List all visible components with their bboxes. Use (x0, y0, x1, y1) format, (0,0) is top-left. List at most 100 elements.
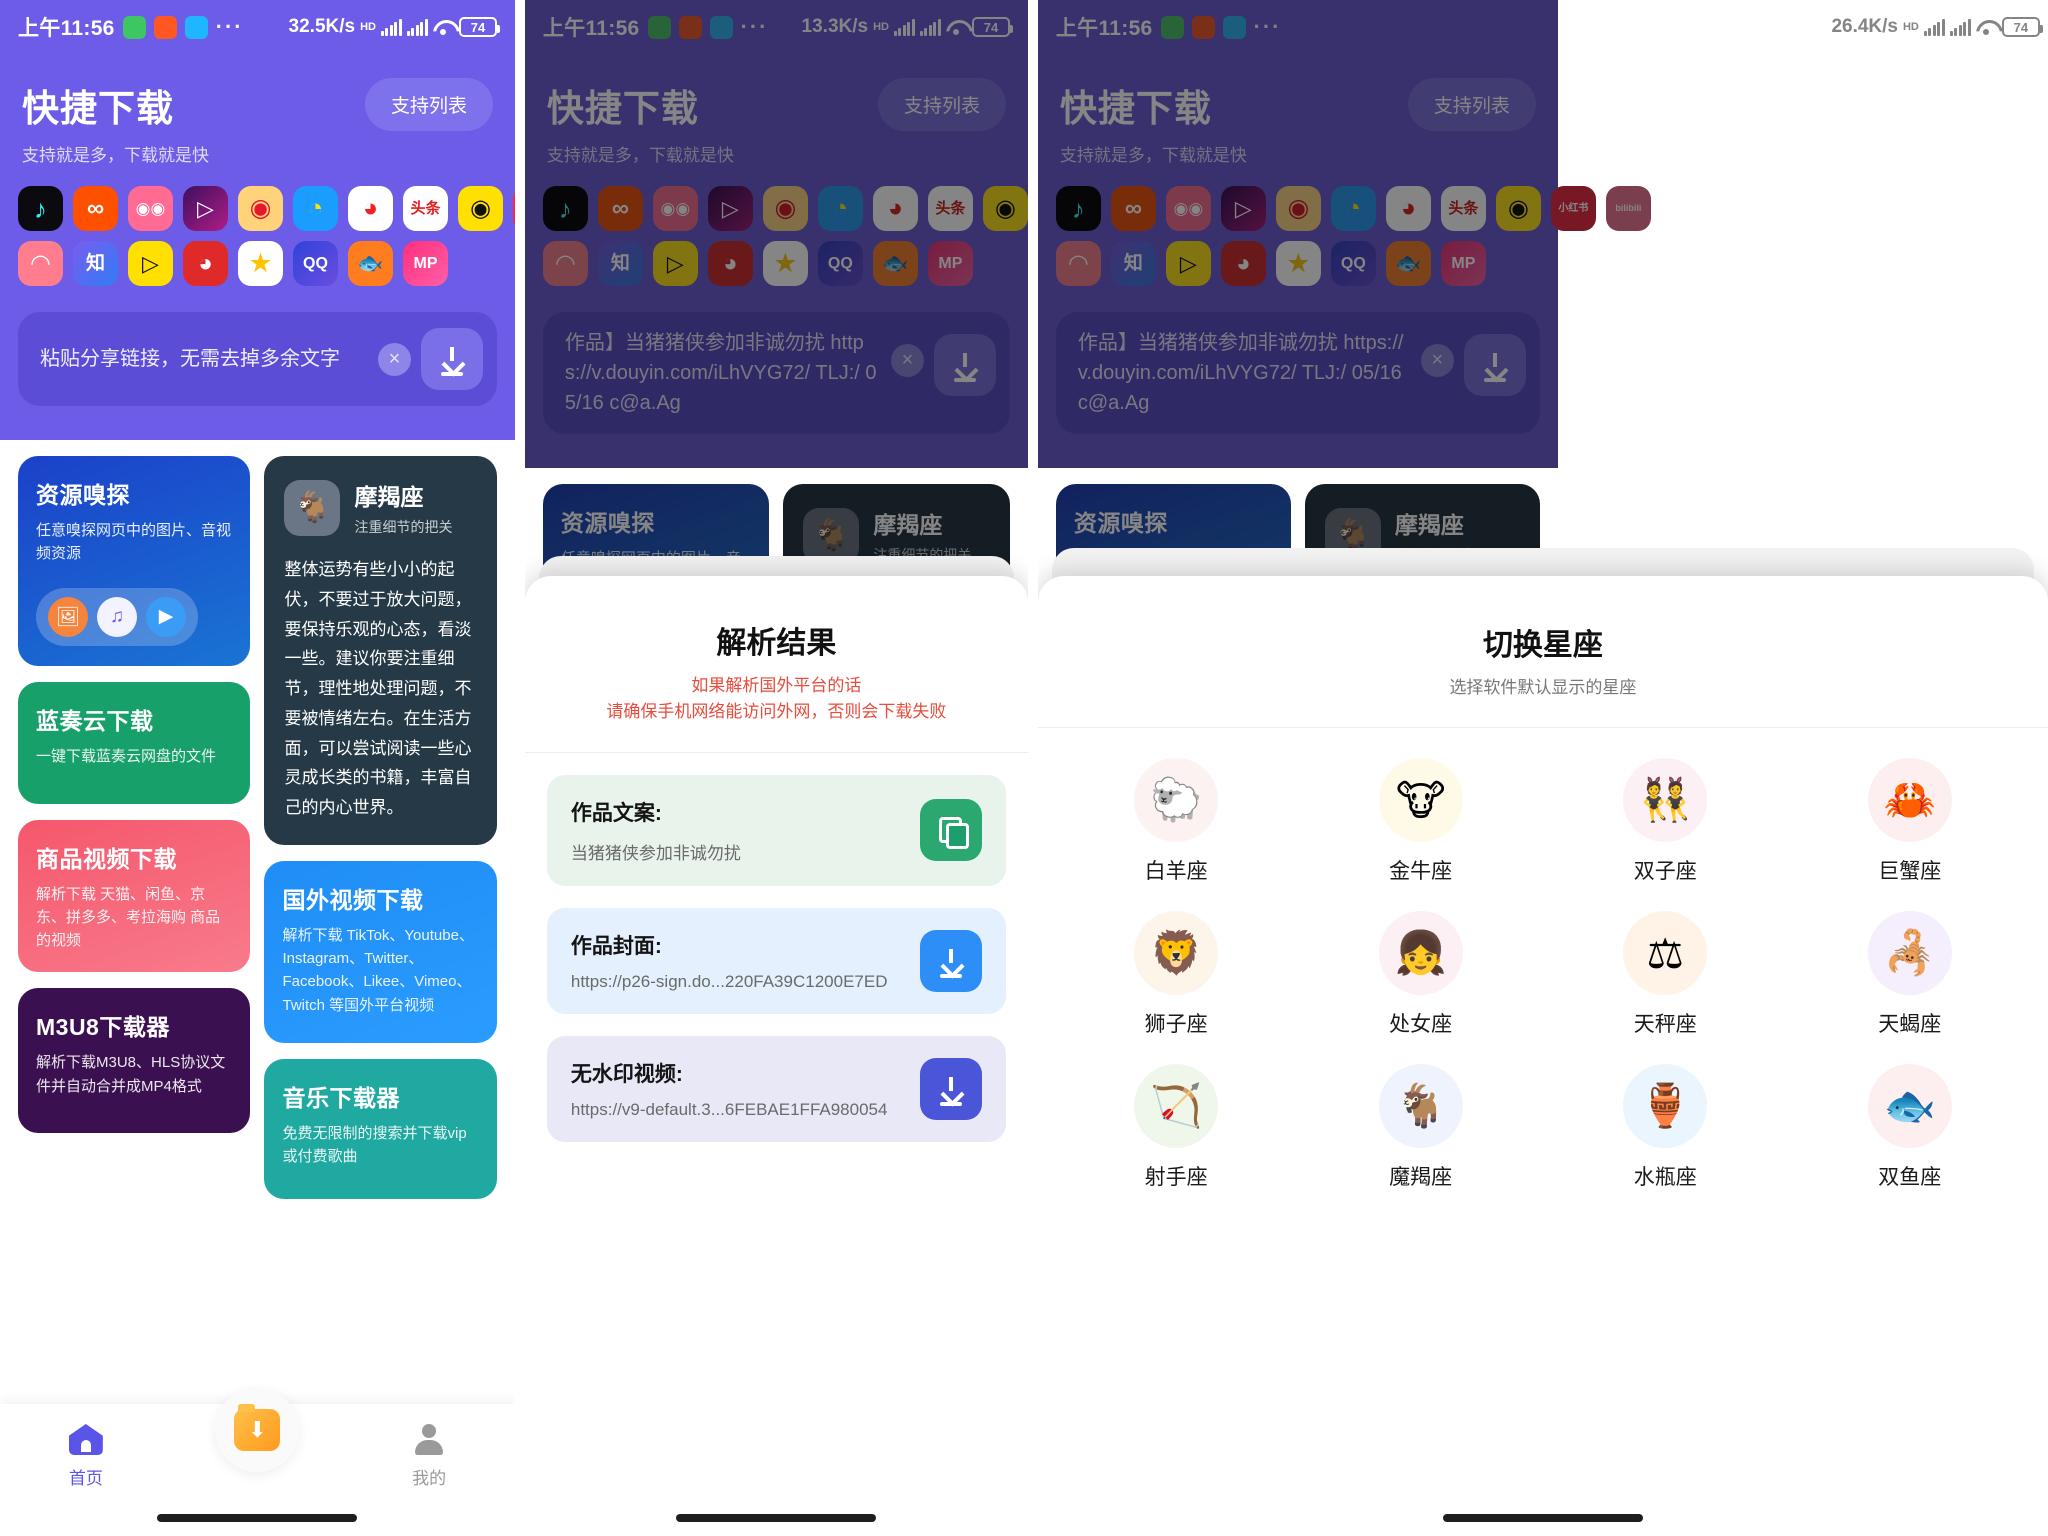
support-list-button[interactable]: 支持列表 (877, 78, 1006, 131)
douyu-icon[interactable]: 🐟 (348, 241, 393, 286)
link-input-bar[interactable]: 粘贴分享链接，无需去掉多余文字 × (18, 312, 497, 406)
quanmin-icon[interactable]: ★ (762, 241, 808, 286)
zodiac-item-libra[interactable]: ⚖ 天秤座 (1543, 911, 1788, 1038)
card-overseas-video[interactable]: 国外视频下载 解析下载 TikTok、Youtube、Instagram、Twi… (264, 860, 497, 1043)
tab-home[interactable]: 首页 (0, 1424, 172, 1489)
pipixia-icon[interactable]: ▷ (1220, 186, 1266, 231)
quanmin-icon[interactable]: ★ (1275, 241, 1321, 286)
pipixia-icon[interactable]: ▷ (183, 186, 228, 231)
bilibili-icon[interactable]: bilibili (1605, 186, 1651, 231)
zuiyou-icon[interactable]: ◔ (1330, 186, 1376, 231)
download-button[interactable] (420, 328, 483, 390)
weibo-icon[interactable]: ◉ (1275, 186, 1321, 231)
search-input[interactable]: 粘贴分享链接，无需去掉多余文字 (40, 344, 368, 374)
xigua-icon[interactable]: ◉◉ (652, 186, 698, 231)
zodiac-item-sagittarius[interactable]: 🏹 射手座 (1054, 1064, 1299, 1191)
download-video-button[interactable] (919, 1057, 982, 1120)
pipixia-icon[interactable]: ▷ (707, 186, 753, 231)
toutiao-icon[interactable]: 头条 (1440, 186, 1486, 231)
zodiac-item-virgo[interactable]: 👧 处女座 (1298, 911, 1543, 1038)
kuaishou-icon[interactable]: ∞ (597, 186, 643, 231)
xiaohongshu-icon[interactable]: 小红书 (1550, 186, 1596, 231)
card-goods-video[interactable]: 商品视频下载 解析下载 天猫、闲鱼、京东、拼多多、考拉海购 商品的视频 (18, 819, 251, 973)
douyin-icon[interactable]: ♪ (1055, 186, 1101, 231)
close-icon[interactable]: × (377, 342, 411, 376)
lishipin-icon[interactable]: ▷ (1165, 241, 1211, 286)
huoshan-icon[interactable]: ◠ (1055, 241, 1101, 286)
quanmin-icon[interactable]: ★ (238, 241, 283, 286)
qq-icon[interactable]: QQ (1330, 241, 1376, 286)
kuaishou-icon[interactable]: ∞ (1110, 186, 1156, 231)
download-cover-button[interactable] (919, 929, 982, 992)
card-resource-sniffer[interactable]: 资源嗅探 任意嗅探网页中的图片、音视频资源 🖼 ♫ ▶ (18, 456, 251, 666)
weibo-icon[interactable]: ◉ (238, 186, 283, 231)
card-title: 蓝奏云下载 (36, 707, 154, 734)
zodiac-item-pisces[interactable]: 🐟 双鱼座 (1787, 1064, 2032, 1191)
zodiac-item-taurus[interactable]: 🐮 金牛座 (1298, 758, 1543, 885)
card-horoscope[interactable]: 🐐 摩羯座 注重细节的把关 整体运势有些小小的起伏，不要过于放大问题，要保持乐观… (264, 456, 497, 845)
zuiyou-icon[interactable]: ◔ (293, 186, 338, 231)
zhihu-icon[interactable]: 知 (73, 241, 118, 286)
douyin-icon[interactable]: ♪ (18, 186, 63, 231)
copy-button[interactable] (919, 799, 982, 862)
support-list-button[interactable]: 支持列表 (364, 78, 493, 131)
card-music-downloader[interactable]: 音乐下载器 免费无限制的搜索并下载vip或付费歌曲 (264, 1058, 497, 1199)
horoscope-body: 整体运势有些小小的起伏，不要过于放大问题，要保持乐观的心态，看淡一些。建议你要注… (284, 560, 472, 817)
weibo-icon[interactable]: ◉ (762, 186, 808, 231)
zodiac-item-cancer[interactable]: 🦀 巨蟹座 (1787, 758, 2032, 885)
lishipin-icon[interactable]: ▷ (128, 241, 173, 286)
xigua-icon[interactable]: ◉◉ (1165, 186, 1211, 231)
link-input-bar[interactable]: 作品】当猪猪侠参加非诚勿扰 https://v.douyin.com/iLhVY… (1055, 312, 1540, 434)
qiezi-icon[interactable]: ◉ (1495, 186, 1541, 231)
close-icon[interactable]: × (1420, 344, 1454, 377)
zodiac-item-aries[interactable]: 🐑 白羊座 (1054, 758, 1299, 885)
zodiac-item-aquarius[interactable]: 🏺 水瓶座 (1543, 1064, 1788, 1191)
downloads-fab-button[interactable]: ⬇ (215, 1388, 300, 1472)
zhihu-icon[interactable]: 知 (1110, 241, 1156, 286)
download-button[interactable] (933, 334, 996, 396)
download-button[interactable] (1463, 334, 1526, 396)
close-icon[interactable]: × (890, 344, 924, 377)
zuiyou-icon[interactable]: ◔ (817, 186, 863, 231)
card-m3u8[interactable]: M3U8下载器 解析下载M3U8、HLS协议文件并自动合并成MP4格式 (18, 988, 251, 1134)
card-title: 国外视频下载 (282, 886, 424, 913)
xiaoshipin-icon[interactable]: ◕ (348, 186, 393, 231)
mp-icon[interactable]: MP (1440, 241, 1486, 286)
zodiac-item-leo[interactable]: 🦁 狮子座 (1054, 911, 1299, 1038)
toutiao-icon[interactable]: 头条 (927, 186, 973, 231)
zodiac-item-gemini[interactable]: 👯 双子座 (1543, 758, 1788, 885)
momo-icon[interactable]: ◕ (707, 241, 753, 286)
mp-icon[interactable]: MP (403, 241, 448, 286)
toutiao-icon[interactable]: 头条 (403, 186, 448, 231)
xiaohongshu-icon[interactable]: 小红书 (513, 186, 515, 231)
zodiac-item-scorpio[interactable]: 🦂 天蝎座 (1787, 911, 2032, 1038)
lishipin-icon[interactable]: ▷ (652, 241, 698, 286)
qq-icon[interactable]: QQ (817, 241, 863, 286)
xigua-icon[interactable]: ◉◉ (128, 186, 173, 231)
douyu-icon[interactable]: 🐟 (872, 241, 918, 286)
search-input[interactable]: 作品】当猪猪侠参加非诚勿扰 https://v.douyin.com/iLhVY… (565, 328, 881, 418)
tab-mine[interactable]: 我的 (343, 1424, 515, 1489)
douyin-icon[interactable]: ♪ (542, 186, 588, 231)
mi-icon (1191, 15, 1215, 39)
link-input-bar[interactable]: 作品】当猪猪侠参加非诚勿扰 https://v.douyin.com/iLhVY… (542, 312, 1010, 434)
momo-icon[interactable]: ◕ (1220, 241, 1266, 286)
qiezi-icon[interactable]: ◉ (982, 186, 1028, 231)
card-lanzou[interactable]: 蓝奏云下载 一键下载蓝奏云网盘的文件 (18, 681, 251, 804)
momo-icon[interactable]: ◕ (183, 241, 228, 286)
search-input[interactable]: 作品】当猪猪侠参加非诚勿扰 https://v.douyin.com/iLhVY… (1078, 328, 1411, 418)
status-time: 上午11:56 (18, 17, 115, 40)
mp-icon[interactable]: MP (927, 241, 973, 286)
douyu-icon[interactable]: 🐟 (1385, 241, 1431, 286)
app-icon-row-1: ♪ ∞ ◉◉ ▷ ◉ ◔ ◕ 头条 ◉ 小红书 bilibili (18, 186, 515, 231)
xiaoshipin-icon[interactable]: ◕ (1385, 186, 1431, 231)
qiezi-icon[interactable]: ◉ (458, 186, 503, 231)
zhihu-icon[interactable]: 知 (597, 241, 643, 286)
zodiac-item-capricorn[interactable]: 🐐 魔羯座 (1298, 1064, 1543, 1191)
xiaoshipin-icon[interactable]: ◕ (872, 186, 918, 231)
support-list-button[interactable]: 支持列表 (1407, 78, 1536, 131)
huoshan-icon[interactable]: ◠ (542, 241, 588, 286)
qq-icon[interactable]: QQ (293, 241, 338, 286)
kuaishou-icon[interactable]: ∞ (73, 186, 118, 231)
huoshan-icon[interactable]: ◠ (18, 241, 63, 286)
